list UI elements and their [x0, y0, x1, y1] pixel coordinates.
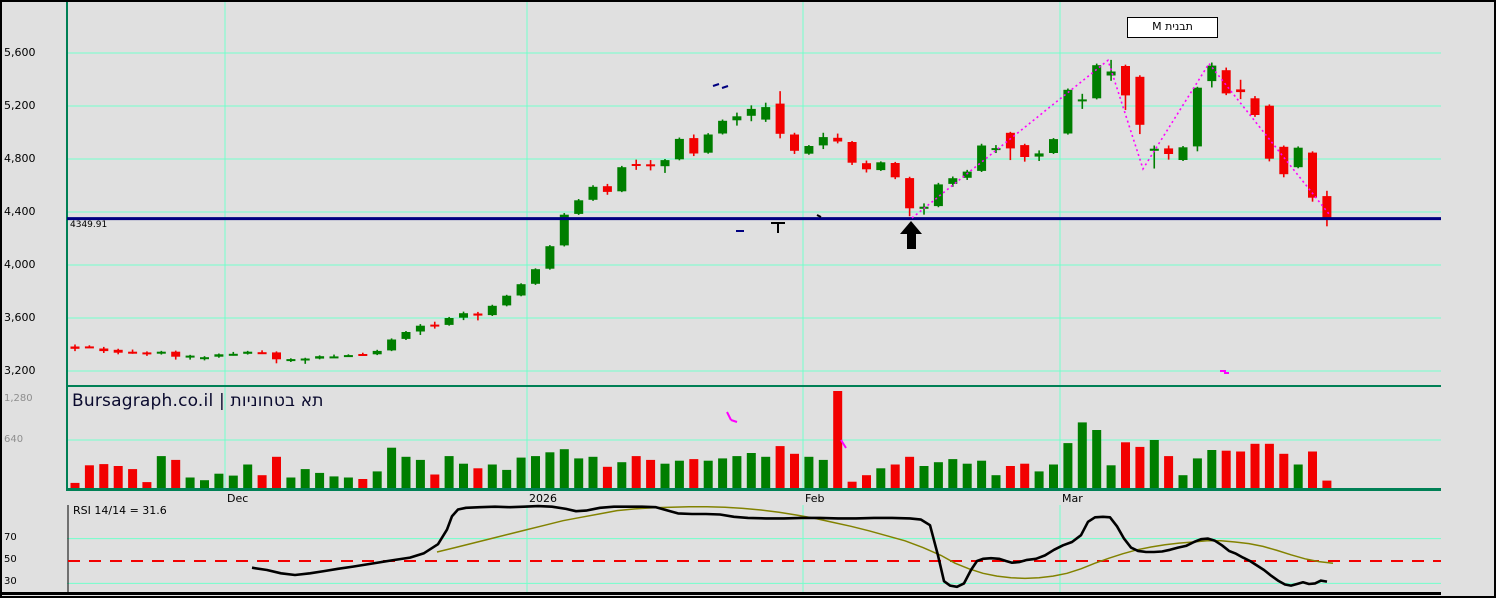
rsi-tick-label: 70	[4, 531, 17, 543]
rsi-value-label: RSI 14/14 = 31.6	[73, 504, 167, 517]
rsi-tick-label: 30	[4, 576, 17, 588]
price-tick-label: 3,600	[4, 311, 36, 324]
volume-tick-label: 640	[4, 434, 24, 445]
watermark-title: Bursagraph.co.il | תא בטחוניות	[72, 391, 324, 411]
pattern-label-box[interactable]: תבנית M	[1127, 17, 1218, 38]
up-arrow-marker	[900, 221, 922, 249]
price-tick-label: 4,800	[4, 152, 36, 165]
price-tick-label: 3,200	[4, 364, 36, 377]
grid-layer	[66, 2, 1441, 592]
price-tick-label: 4,000	[4, 258, 36, 271]
overlay-layer	[67, 58, 1441, 249]
bursagraph-chart-window: Bursagraph.co.il | תא בטחוניות תבנית M R…	[0, 0, 1496, 598]
month-axis-label: Dec	[227, 492, 249, 505]
chart-canvas[interactable]	[0, 0, 1496, 598]
price-line-value-label: 4349.91	[70, 220, 108, 230]
price-tick-label: 4,400	[4, 205, 36, 218]
month-axis-label: Feb	[805, 492, 825, 505]
month-axis-label: 2026	[529, 492, 557, 505]
month-axis-label: Mar	[1062, 492, 1083, 505]
rsi-tick-label: 50	[4, 554, 17, 565]
volume-tick-label: 1,280	[4, 393, 33, 404]
rsi-indicator-layer	[68, 504, 1441, 589]
price-tick-label: 5,600	[4, 46, 36, 59]
price-tick-label: 5,200	[4, 99, 36, 112]
